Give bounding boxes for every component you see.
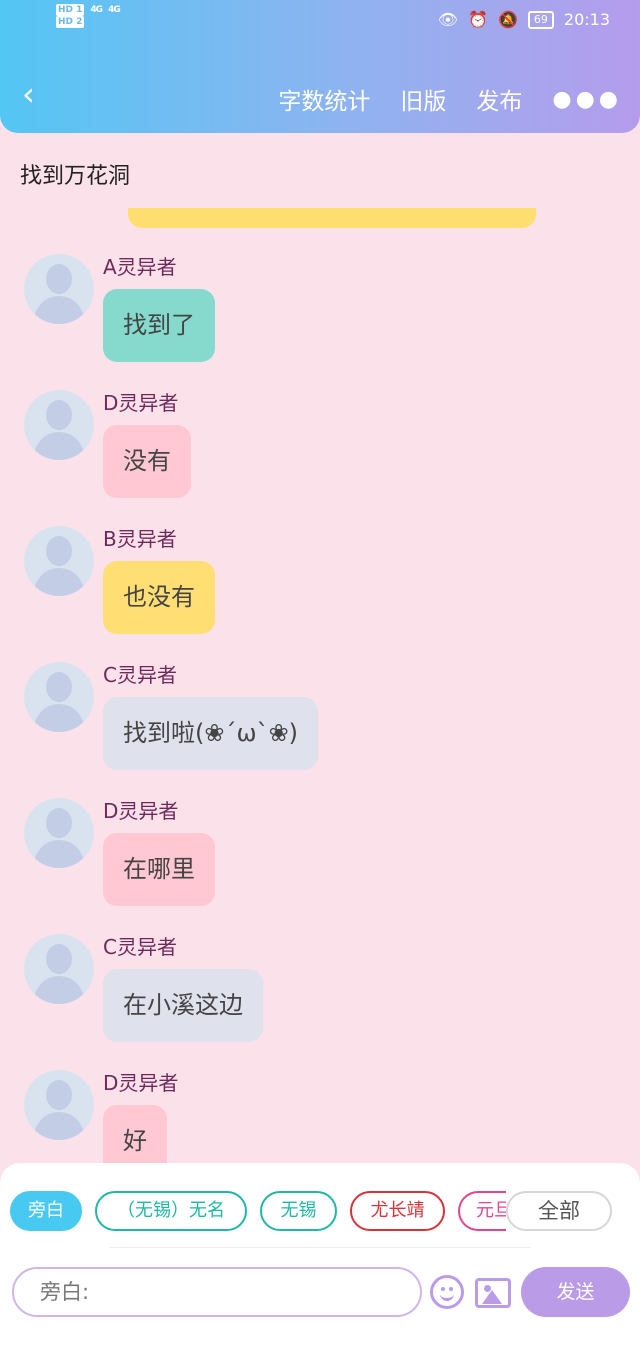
chip-all[interactable]: 全部 [506,1191,612,1231]
signal-icon-2: 4G [108,5,121,15]
chip-character[interactable]: （无锡）无名 [95,1191,247,1231]
avatar[interactable] [24,254,94,324]
avatar[interactable] [24,934,94,1004]
message-bubble[interactable]: 没有 [103,425,191,498]
publish-button[interactable]: 发布 [476,82,522,116]
eye-icon: 👁 [437,10,459,29]
speaker-name: C灵异者 [103,935,177,959]
message-bubble[interactable]: 也没有 [103,561,215,634]
message-bubble[interactable]: 在小溪这边 [103,969,263,1042]
avatar[interactable] [24,798,94,868]
word-count-button[interactable]: 字数统计 [278,82,370,116]
speaker-name: D灵异者 [103,1071,179,1095]
old-version-button[interactable]: 旧版 [400,82,446,116]
chapter-divider-bar [128,208,536,228]
more-options-icon[interactable]: ●●● [552,87,622,112]
status-signals: HD 1 4G 4G HD 2 [56,4,121,28]
send-button[interactable]: 发送 [521,1267,630,1317]
chip-character[interactable]: 元旦 [458,1191,506,1231]
chapter-title[interactable]: 找到万花洞 [20,158,130,190]
chevron-left-icon: ‹ [22,75,35,113]
emoji-icon[interactable] [430,1275,464,1309]
battery-icon: 69 [527,10,554,29]
top-bar: HD 1 4G 4G HD 2 👁 ⏰ 🔕 69 20:13 ‹ 字数统计 旧版… [0,0,640,133]
composer-panel: 旁白 （无锡）无名 无锡 尤长靖 元旦 全部 旁白: 发送 [0,1163,640,1351]
speaker-name: D灵异者 [103,391,179,415]
avatar[interactable] [24,1070,94,1140]
hd1-badge: HD 1 [56,4,85,16]
character-selector: 旁白 （无锡）无名 无锡 尤长靖 元旦 全部 [0,1191,640,1231]
speaker-name: A灵异者 [103,255,177,279]
message-input[interactable]: 旁白: [12,1267,422,1317]
chip-character[interactable]: 尤长靖 [350,1191,445,1231]
back-button[interactable]: ‹ [22,78,35,110]
hd2-badge: HD 2 [56,16,85,28]
message-bubble[interactable]: 找到了 [103,289,215,362]
speaker-name: C灵异者 [103,663,177,687]
avatar[interactable] [24,662,94,732]
image-icon[interactable] [475,1278,511,1308]
divider [110,1247,530,1248]
speaker-name: B灵异者 [103,527,177,551]
message-bubble[interactable]: 找到啦(❀´ω`❀) [103,697,319,770]
signal-icon-1: 4G [90,5,103,15]
avatar[interactable] [24,526,94,596]
chip-narrator[interactable]: 旁白 [10,1191,82,1231]
mute-bell-icon: 🔕 [497,10,518,29]
speaker-name: D灵异者 [103,799,179,823]
alarm-icon: ⏰ [468,10,488,29]
avatar[interactable] [24,390,94,460]
status-icons: 👁 ⏰ 🔕 69 20:13 [438,10,610,29]
chip-character[interactable]: 无锡 [260,1191,337,1231]
header-actions: 字数统计 旧版 发布 ●●● [248,82,622,116]
status-time: 20:13 [563,10,610,29]
message-bubble[interactable]: 在哪里 [103,833,215,906]
